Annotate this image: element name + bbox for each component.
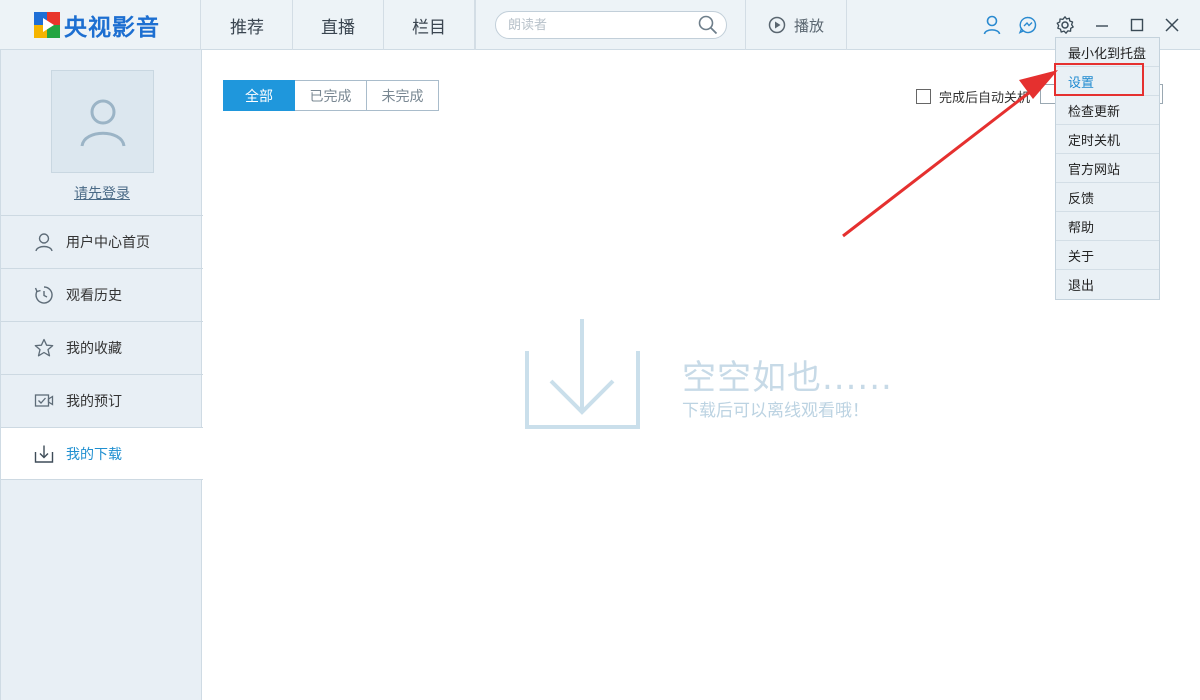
tab-recommend[interactable]: 推荐 [202, 0, 293, 50]
empty-state-title: 空空如也...... [682, 358, 893, 398]
sidebar-item-history[interactable]: 观看历史 [1, 268, 203, 321]
annotation-highlight-box [1054, 63, 1144, 96]
empty-state-subtitle: 下载后可以离线观看哦！ [682, 401, 869, 421]
search-icon[interactable] [698, 15, 718, 35]
search-box [495, 11, 727, 39]
search-input[interactable] [508, 12, 698, 38]
maximize-icon[interactable] [1127, 14, 1147, 36]
empty-download-icon [525, 319, 640, 429]
menu-item-official-website[interactable]: 官方网站 [1056, 154, 1159, 183]
sidebar-item-downloads[interactable]: 我的下载 [1, 427, 203, 480]
play-label: 播放 [793, 16, 824, 35]
sidebar-menu: 用户中心首页 观看历史 我的收藏 我的预订 我的下载 [1, 215, 203, 480]
logo-icon [34, 12, 60, 38]
tab-columns[interactable]: 栏目 [384, 0, 475, 50]
avatar-user-icon [80, 99, 125, 146]
sidebar-item-label: 用户中心首页 [66, 235, 150, 251]
user-icon[interactable] [982, 14, 1002, 36]
auto-shutdown-option: 完成后自动关机 [916, 87, 1030, 106]
play-button[interactable]: 播放 [745, 0, 847, 50]
sidebar: 请先登录 用户中心首页 观看历史 我的收藏 我的预订 我的下载 [0, 50, 203, 700]
sidebar-item-label: 观看历史 [66, 288, 122, 304]
filter-tab-all[interactable]: 全部 [223, 80, 295, 111]
menu-item-help[interactable]: 帮助 [1056, 212, 1159, 241]
star-icon [34, 338, 54, 357]
gear-icon[interactable] [1055, 14, 1075, 36]
filter-tab-completed[interactable]: 已完成 [295, 80, 367, 111]
menu-item-feedback[interactable]: 反馈 [1056, 183, 1159, 212]
minimize-icon[interactable] [1092, 14, 1112, 36]
menu-item-exit[interactable]: 退出 [1056, 270, 1159, 299]
nav-divider [475, 0, 476, 50]
app-title: 央视影音 [64, 15, 160, 41]
reserve-icon [34, 394, 54, 407]
app-logo: 央视影音 [0, 0, 201, 50]
close-icon[interactable] [1162, 14, 1182, 36]
menu-item-check-update[interactable]: 检查更新 [1056, 96, 1159, 125]
sidebar-item-favorites[interactable]: 我的收藏 [1, 321, 203, 374]
auto-shutdown-label: 完成后自动关机 [939, 91, 1031, 106]
user-icon [35, 233, 53, 252]
filter-tab-incomplete[interactable]: 未完成 [367, 80, 439, 111]
play-icon [768, 16, 786, 34]
auto-shutdown-checkbox[interactable] [916, 89, 931, 104]
sidebar-item-reservations[interactable]: 我的预订 [1, 374, 203, 427]
menu-item-scheduled-shutdown[interactable]: 定时关机 [1056, 125, 1159, 154]
message-icon[interactable] [1018, 14, 1038, 36]
download-icon [34, 445, 54, 463]
history-icon [34, 286, 53, 304]
sidebar-item-label: 我的下载 [66, 446, 122, 463]
sidebar-item-label: 我的收藏 [66, 341, 122, 357]
login-link[interactable]: 请先登录 [1, 183, 203, 203]
tab-live[interactable]: 直播 [293, 0, 384, 50]
sidebar-item-label: 我的预订 [66, 394, 122, 410]
avatar[interactable] [51, 70, 154, 173]
menu-item-about[interactable]: 关于 [1056, 241, 1159, 270]
sidebar-item-user-center[interactable]: 用户中心首页 [1, 215, 203, 268]
download-filter-tabs: 全部 已完成 未完成 [223, 80, 439, 111]
title-bar: 央视影音 推荐 直播 栏目 播放 [0, 0, 1200, 50]
